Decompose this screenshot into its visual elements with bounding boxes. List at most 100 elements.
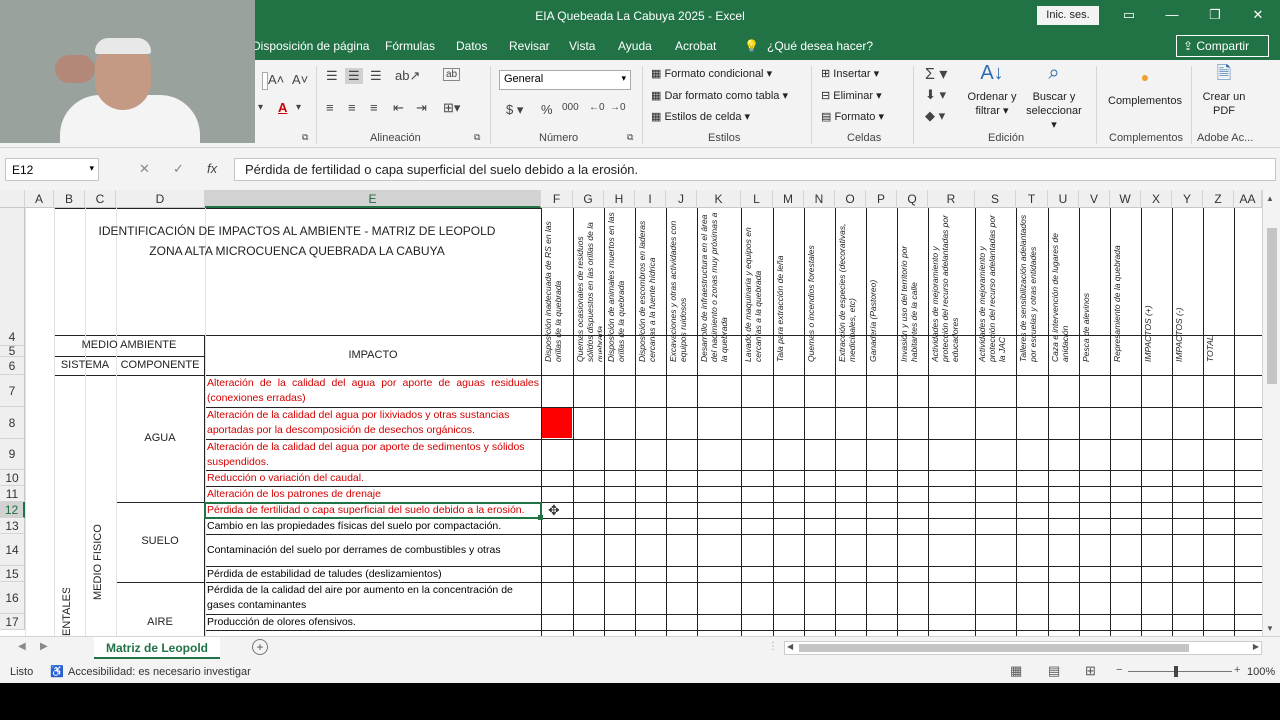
row-header-12[interactable]: 12	[0, 502, 25, 518]
align-left-icon[interactable]: ≡	[326, 100, 334, 115]
impact-row-14[interactable]: Contaminación del suelo por derrames de …	[205, 543, 541, 558]
sort-filter-button[interactable]: A↓ Ordenar y filtrar ▾	[962, 63, 1022, 118]
column-header-K[interactable]: K	[697, 190, 741, 208]
activity-header-8[interactable]: Tala para extracción de leña	[775, 210, 802, 362]
impact-row-13[interactable]: Cambio en las propiedades físicas del su…	[205, 519, 541, 534]
horizontal-scrollbar[interactable]: ◀ ▶	[784, 641, 1262, 655]
align-middle-icon[interactable]: ☰	[345, 68, 363, 84]
activity-header-4[interactable]: Disposición de escombros en laderas cerc…	[637, 210, 664, 362]
accessibility-status[interactable]: Accesibilidad: es necesario investigar	[68, 666, 251, 678]
column-header-C[interactable]: C	[85, 190, 116, 208]
row-header-14[interactable]: 14	[0, 534, 25, 566]
impact-row-15[interactable]: Pérdida de estabilidad de taludes (desli…	[205, 567, 541, 582]
fill-handle[interactable]	[538, 515, 543, 520]
column-header-O[interactable]: O	[835, 190, 866, 208]
insert-button[interactable]: ⊞ Insertar ▾	[821, 67, 879, 80]
activity-header-20[interactable]: IMPACTOS (-)	[1174, 210, 1201, 362]
align-bottom-icon[interactable]: ☰	[370, 68, 382, 84]
enter-icon[interactable]: ✓	[173, 161, 184, 177]
formula-input[interactable]: Pérdida de fertilidad o capa superficial…	[234, 158, 1276, 181]
column-header-T[interactable]: T	[1016, 190, 1048, 208]
activity-header-9[interactable]: Quemas o incendios forestales	[806, 210, 833, 362]
number-dialog-launcher-icon[interactable]: ⧉	[627, 132, 633, 143]
align-top-icon[interactable]: ☰	[326, 68, 338, 84]
impact-row-11[interactable]: Alteración de los patrones de drenaje	[205, 487, 541, 502]
scroll-thumb[interactable]	[1267, 228, 1277, 384]
column-header-Q[interactable]: Q	[897, 190, 928, 208]
alignment-dialog-launcher-icon[interactable]: ⧉	[474, 132, 480, 143]
autosum-icon[interactable]: Σ ▾	[925, 64, 947, 84]
zoom-slider-thumb[interactable]	[1174, 666, 1178, 677]
increase-indent-icon[interactable]: ⇥	[416, 100, 427, 116]
activity-header-10[interactable]: Extracción de especies (decorativas, med…	[837, 210, 864, 362]
tab-view[interactable]: Vista	[569, 39, 595, 53]
add-sheet-icon[interactable]: +	[252, 639, 268, 655]
scroll-left-icon[interactable]: ◀	[787, 642, 793, 651]
align-right-icon[interactable]: ≡	[370, 100, 378, 115]
activity-header-21[interactable]: TOTAL	[1205, 210, 1232, 362]
activity-header-12[interactable]: Invasión y uso del territorio por habita…	[899, 210, 926, 362]
find-select-button[interactable]: ⌕ Buscar y seleccionar ▾	[1022, 63, 1086, 132]
column-header-V[interactable]: V	[1079, 190, 1110, 208]
column-header-Z[interactable]: Z	[1203, 190, 1234, 208]
restore-icon[interactable]: ❐	[1203, 4, 1227, 26]
row-header-9[interactable]: 9	[0, 439, 25, 470]
column-header-G[interactable]: G	[573, 190, 604, 208]
column-header-U[interactable]: U	[1048, 190, 1079, 208]
zoom-slider[interactable]	[1128, 671, 1232, 672]
clear-icon[interactable]: ◆ ▾	[925, 108, 945, 124]
row-header-11[interactable]: 11	[0, 486, 25, 502]
tab-page-layout[interactable]: Disposición de página	[252, 39, 369, 53]
tab-formulas[interactable]: Fórmulas	[385, 39, 435, 53]
column-header-E[interactable]: E	[205, 190, 541, 208]
activity-header-19[interactable]: IMPACTOS (+)	[1143, 210, 1170, 362]
column-header-J[interactable]: J	[666, 190, 697, 208]
impact-row-9[interactable]: Alteración de la calidad del agua por ap…	[205, 440, 541, 471]
scroll-up-icon[interactable]: ▲	[1266, 194, 1274, 203]
increase-decimal-icon[interactable]: ←0	[589, 102, 605, 113]
column-header-H[interactable]: H	[604, 190, 635, 208]
row-header-7[interactable]: 7	[0, 375, 25, 407]
column-header-Y[interactable]: Y	[1172, 190, 1203, 208]
decrease-indent-icon[interactable]: ⇤	[393, 100, 404, 116]
conditional-format-button[interactable]: ▦ Formato condicional ▾	[651, 67, 772, 80]
next-sheet-icon[interactable]: ▶	[40, 641, 48, 652]
sheet-tab-matriz[interactable]: Matriz de Leopold	[94, 637, 220, 659]
font-color-icon[interactable]: A	[278, 100, 287, 115]
row-header-8[interactable]: 8	[0, 407, 25, 439]
font-color-dropdown-icon[interactable]: ▾	[296, 102, 301, 113]
zoom-in-icon[interactable]: +	[1234, 664, 1240, 676]
align-center-icon[interactable]: ≡	[348, 100, 356, 115]
cell-styles-button[interactable]: ▦ Estilos de celda ▾	[651, 110, 750, 123]
impact-row-16[interactable]: Pérdida de la calidad del aire por aumen…	[205, 583, 541, 614]
sign-in-button[interactable]: Inic. ses.	[1037, 6, 1099, 25]
scroll-down-icon[interactable]: ▼	[1266, 624, 1274, 633]
activity-header-6[interactable]: Desarrollo de infraestructura en el área…	[699, 210, 739, 362]
fill-dropdown-icon[interactable]: ▾	[258, 102, 263, 113]
ribbon-display-icon[interactable]: ▭	[1117, 4, 1141, 26]
column-header-R[interactable]: R	[928, 190, 975, 208]
activity-header-17[interactable]: Pesca de alevinos	[1081, 210, 1108, 362]
column-header-AA[interactable]: AA	[1234, 190, 1262, 208]
currency-icon[interactable]: $ ▾	[506, 102, 523, 118]
row-header-5[interactable]: 5	[0, 345, 25, 357]
wrap-text-icon[interactable]: ab	[443, 68, 461, 81]
column-header-F[interactable]: F	[541, 190, 573, 208]
tell-me-search[interactable]: ¿Qué desea hacer?	[767, 39, 873, 53]
close-icon[interactable]: ✕	[1246, 4, 1270, 26]
insert-function-icon[interactable]: fx	[207, 161, 217, 176]
page-layout-view-icon[interactable]: ▤	[1048, 663, 1060, 679]
name-box[interactable]: E12 ▾	[5, 158, 99, 181]
activity-header-7[interactable]: Lavado de maquinaria y equipos en cercan…	[743, 210, 771, 362]
column-header-I[interactable]: I	[635, 190, 666, 208]
marked-cell-f8[interactable]	[542, 408, 572, 438]
fill-icon[interactable]: ⬇ ▾	[925, 87, 946, 103]
row-header-10[interactable]: 10	[0, 470, 25, 486]
activity-header-1[interactable]: Disposición inadecuada de RS en las oril…	[543, 210, 571, 362]
activity-header-2[interactable]: Quemas ocasionales de residuos sólidos d…	[575, 210, 602, 362]
shrink-font-icon[interactable]: A˅	[292, 72, 308, 87]
column-header-X[interactable]: X	[1141, 190, 1172, 208]
select-all-corner[interactable]	[0, 190, 25, 208]
row-header-6[interactable]: 6	[0, 357, 25, 375]
impact-row-8[interactable]: Alteración de la calidad del agua por li…	[205, 408, 541, 439]
